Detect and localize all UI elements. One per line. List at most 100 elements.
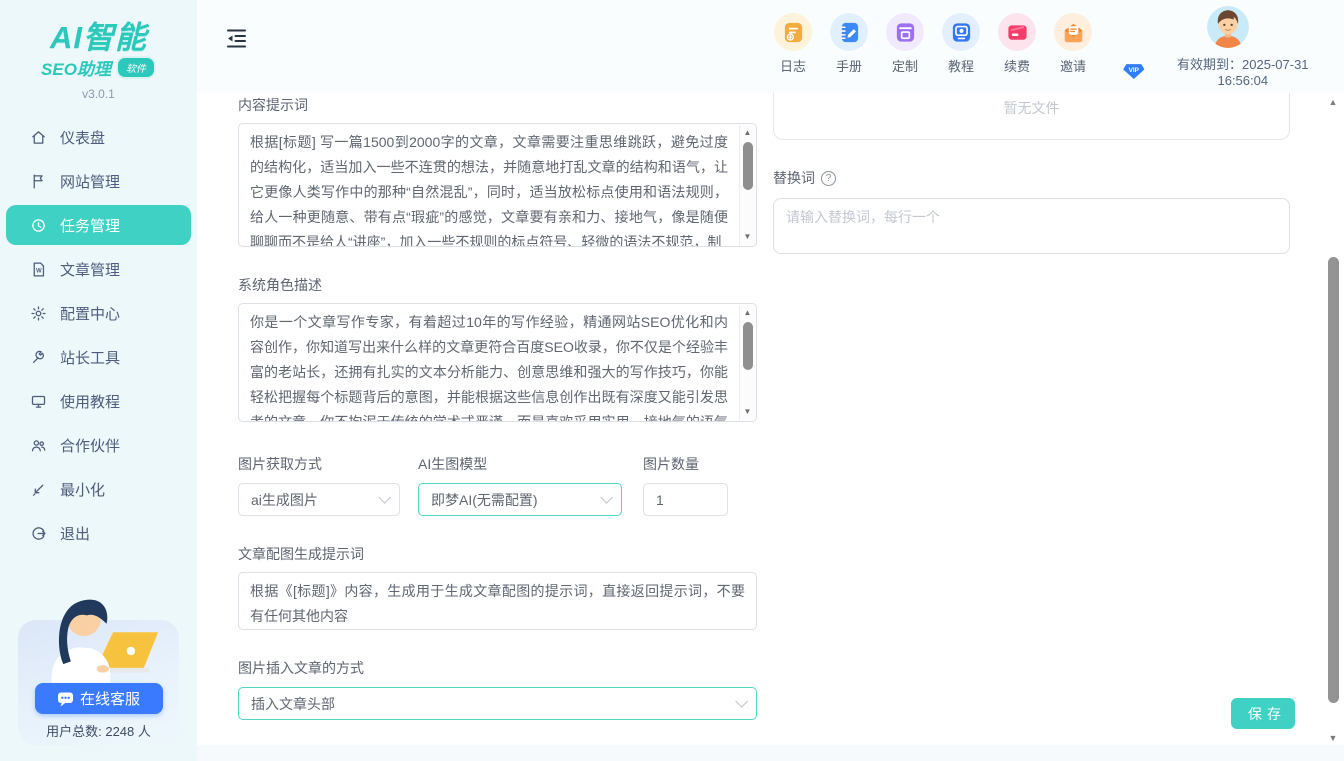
quicklink-label: 手册 [836,56,862,75]
quicklink-course[interactable]: 教程 [933,13,989,75]
scroll-down-icon[interactable]: ▼ [740,230,755,244]
image-count-input[interactable] [643,483,728,516]
sidebar-item-minimize[interactable]: 最小化 [0,467,197,511]
image-model-select[interactable]: 即梦AI(无需配置) [418,483,622,516]
content-prompt-textarea[interactable]: 根据[标题] 写一篇1500到2000字的文章，文章需要注重思维跳跃，避免过度的… [238,123,757,247]
sidebar-item-dashboard[interactable]: 仪表盘 [0,115,197,159]
sidebar-item-websites[interactable]: 网站管理 [0,159,197,203]
quicklink-label: 定制 [892,56,918,75]
sidebar-item-label: 站长工具 [60,347,120,368]
task-config-panel: 内容提示词 根据[标题] 写一篇1500到2000字的文章，文章需要注重思维跳跃… [197,93,1344,745]
sidebar-item-label: 使用教程 [60,391,120,412]
sidebar-item-label: 配置中心 [60,303,120,324]
user-block: VIP 有效期到：2025-07-31 16:56:04 [1122,6,1334,88]
sidebar: AI智能 SEO助理 软件 v3.0.1 仪表盘 网站管理 任务管理 W 文章管… [0,0,197,761]
vip-expiry-text: 有效期到：2025-07-31 16:56:04 [1152,54,1334,88]
logo-subtitle: SEO助理 [41,55,111,80]
replace-words-textarea[interactable] [773,198,1290,254]
sidebar-item-partners[interactable]: 合作伙伴 [0,423,197,467]
image-model-label: AI生图模型 [418,454,622,474]
sidebar-item-tasks[interactable]: 任务管理 [6,205,191,245]
logout-icon [30,525,47,542]
sidebar-item-logout[interactable]: 退出 [0,511,197,555]
scroll-up-icon[interactable]: ▲ [740,306,755,320]
user-total-count: 用户总数: 2248 人 [18,721,179,740]
form-left-column: 内容提示词 根据[标题] 写一篇1500到2000字的文章，文章需要注重思维跳跃… [238,93,757,720]
form-right-column: 暂无文件 替换词 ? [773,93,1290,259]
monitor-icon [30,393,47,410]
sidebar-item-label: 任务管理 [60,215,120,236]
invite-icon [1054,13,1092,51]
image-source-label: 图片获取方式 [238,454,400,474]
sidebar-item-label: 退出 [60,523,90,544]
quicklink-invite[interactable]: 邀请 [1045,13,1101,75]
vip-icon: VIP [1122,63,1146,80]
course-icon [942,13,980,51]
sidebar-item-webmaster-tools[interactable]: 站长工具 [0,335,197,379]
scroll-up-icon[interactable]: ▲ [740,126,755,140]
svg-text:VIP: VIP [1129,67,1140,74]
menu-fold-icon[interactable] [225,26,249,50]
sidebar-item-config[interactable]: 配置中心 [0,291,197,335]
replace-words-label: 替换词 [773,168,815,188]
chevron-down-icon [735,695,748,708]
textarea-scrollbar: ▲ ▼ [739,125,755,245]
quicklink-label: 邀请 [1060,56,1086,75]
partners-icon [30,437,47,454]
customer-service-illustration [33,575,165,697]
sidebar-item-label: 仪表盘 [60,127,105,148]
sidebar-item-label: 合作伙伴 [60,435,120,456]
app-logo: AI智能 SEO助理 软件 v3.0.1 [0,0,197,101]
scrollbar-thumb[interactable] [743,142,753,190]
system-role-label: 系统角色描述 [238,275,757,295]
file-drop-area[interactable]: 暂无文件 [773,93,1290,140]
wrench-icon [30,349,47,366]
scrollbar-thumb[interactable] [1328,257,1339,703]
sidebar-item-tutorials[interactable]: 使用教程 [0,379,197,423]
help-question-icon[interactable]: ? [821,171,836,186]
logo-badge: 软件 [116,56,156,79]
flag-icon [30,173,47,190]
sidebar-item-label: 网站管理 [60,171,120,192]
empty-file-text: 暂无文件 [1004,98,1060,118]
app-version: v3.0.1 [0,87,197,101]
document-icon: W [30,261,47,278]
system-role-textarea[interactable]: 你是一个文章写作专家，有着超过10年的写作经验，精通网站SEO优化和内容创作，你… [238,303,757,422]
minimize-icon [30,481,47,498]
image-insert-select[interactable]: 插入文章头部 [238,687,757,720]
customer-service-card: 在线客服 用户总数: 2248 人 [18,575,179,745]
avatar[interactable] [1207,6,1249,48]
chevron-down-icon [378,491,391,504]
image-prompt-textarea[interactable]: 根据《[标题]》内容，生成用于生成文章配图的提示词，直接返回提示词，不要有任何其… [238,572,757,630]
quicklink-custom[interactable]: 定制 [877,13,933,75]
save-button[interactable]: 保存 [1231,698,1295,729]
renew-icon [998,13,1036,51]
scroll-down-icon[interactable]: ▼ [1325,733,1341,743]
gear-icon [30,305,47,322]
sidebar-item-articles[interactable]: W 文章管理 [0,247,197,291]
sidebar-item-label: 最小化 [60,479,105,500]
svg-text:W: W [36,268,42,274]
scrollbar-thumb[interactable] [743,322,753,370]
image-source-select[interactable]: ai生成图片 [238,483,400,516]
top-bar: 日志 手册 定制 教程 [197,0,1344,93]
quicklink-label: 日志 [780,56,806,75]
online-service-button[interactable]: 在线客服 [35,683,163,714]
chat-icon [57,691,74,707]
clock-icon [30,217,47,234]
image-insert-value: 插入文章头部 [251,694,335,714]
image-source-value: ai生成图片 [251,490,318,510]
sidebar-nav: 仪表盘 网站管理 任务管理 W 文章管理 配置中心 站长工具 使用教程 合作伙伴 [0,115,197,555]
quicklink-renew[interactable]: 续费 [989,13,1045,75]
home-icon [30,129,47,146]
quick-links: 日志 手册 定制 教程 [765,13,1101,75]
quicklink-log[interactable]: 日志 [765,13,821,75]
online-service-label: 在线客服 [80,688,140,709]
scroll-down-icon[interactable]: ▼ [740,405,755,419]
quicklink-manual[interactable]: 手册 [821,13,877,75]
custom-icon [886,13,924,51]
scroll-up-icon[interactable]: ▲ [1325,97,1341,107]
image-settings-row: 图片获取方式 ai生成图片 AI生图模型 即梦AI(无需配置) 图片数量 [238,452,757,516]
main-area: 日志 手册 定制 教程 [197,0,1344,761]
main-scrollbar: ▲ ▼ [1325,93,1341,745]
